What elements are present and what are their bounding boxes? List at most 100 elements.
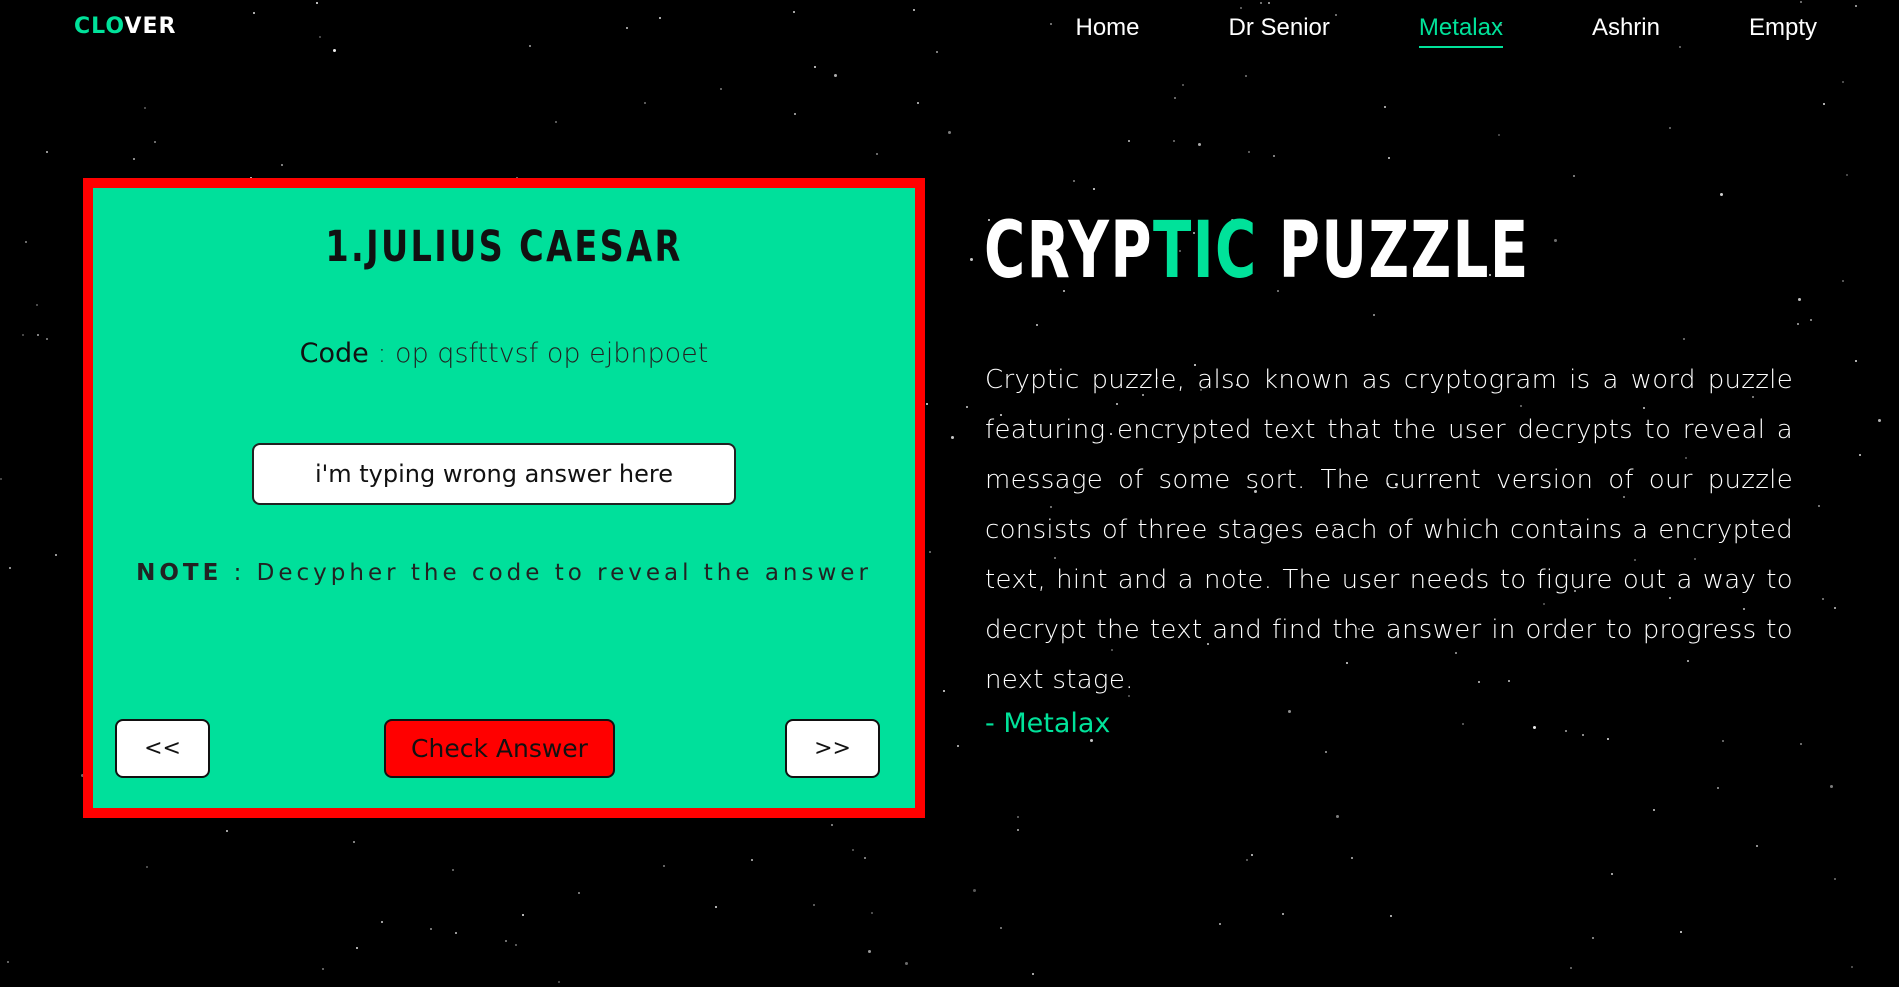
star-dot <box>936 51 938 53</box>
code-line: Code : op qsfttvsf op ejbnpoet <box>93 338 915 369</box>
star-dot <box>515 944 517 946</box>
star-dot <box>1592 937 1594 939</box>
star-dot <box>1036 324 1038 326</box>
note-label: NOTE <box>136 560 223 586</box>
star-dot <box>644 102 646 104</box>
star-dot <box>154 141 156 143</box>
code-label: Code <box>299 338 369 369</box>
star-dot <box>555 121 557 123</box>
star-dot <box>793 11 795 13</box>
title-part-3: PUZZLE <box>1257 206 1530 296</box>
star-dot <box>1017 816 1019 818</box>
star-dot <box>55 554 57 556</box>
star-dot <box>1851 966 1853 968</box>
star-dot <box>1565 730 1567 732</box>
star-dot <box>1878 419 1881 422</box>
star-dot <box>1830 785 1833 788</box>
star-dot <box>831 824 833 826</box>
note-line: NOTE : Decypher the code to reveal the a… <box>93 560 915 586</box>
check-answer-button[interactable]: Check Answer <box>384 719 615 778</box>
star-dot <box>558 981 560 983</box>
star-dot <box>1273 155 1275 157</box>
star-dot <box>1717 787 1719 789</box>
star-dot <box>1182 84 1184 86</box>
star-dot <box>970 258 973 261</box>
star-dot <box>1818 505 1820 507</box>
star-dot <box>1756 845 1758 847</box>
nav-ashrin[interactable]: Ashrin <box>1592 14 1660 48</box>
star-dot <box>455 932 457 934</box>
nav-metalax[interactable]: Metalax <box>1418 14 1503 48</box>
logo[interactable]: CLOVER <box>74 14 177 39</box>
star-dot <box>1573 175 1575 177</box>
nav-dr-senior[interactable]: Dr Senior <box>1229 14 1330 48</box>
star-dot <box>929 551 931 553</box>
star-dot <box>813 904 815 906</box>
star-dot <box>868 950 871 953</box>
previous-button[interactable]: << <box>115 719 210 778</box>
description: Cryptic puzzle, also known as cryptogram… <box>985 365 1793 695</box>
next-button[interactable]: >> <box>785 719 880 778</box>
star-dot <box>133 158 135 160</box>
star-dot <box>913 9 915 11</box>
star-dot <box>1268 2 1270 4</box>
star-dot <box>876 153 878 155</box>
star-dot <box>1384 106 1386 108</box>
star-dot <box>1288 710 1291 713</box>
star-dot <box>1859 454 1861 456</box>
star-dot <box>1842 81 1844 83</box>
star-dot <box>1251 854 1253 856</box>
star-dot <box>1855 360 1857 362</box>
star-dot <box>0 478 2 480</box>
star-dot <box>1669 127 1671 129</box>
nav-home[interactable]: Home <box>1076 14 1140 48</box>
puzzle-title: 1.JULIUS CAESAR <box>325 222 683 272</box>
star-dot <box>146 866 148 868</box>
star-dot <box>1032 973 1034 975</box>
star-dot <box>943 690 945 692</box>
star-dot <box>626 27 628 29</box>
star-dot <box>1570 967 1572 969</box>
star-dot <box>1373 314 1375 316</box>
star-dot <box>1554 239 1557 242</box>
star-dot <box>1073 180 1075 182</box>
star-dot <box>1336 815 1339 818</box>
star-dot <box>1800 743 1802 745</box>
star-dot <box>1582 734 1584 736</box>
star-dot <box>926 403 928 405</box>
star-dot <box>951 436 954 439</box>
star-dot <box>1000 927 1002 929</box>
star-dot <box>1090 739 1093 742</box>
star-dot <box>814 66 816 68</box>
star-dot <box>1797 323 1799 325</box>
answer-input[interactable] <box>252 443 736 505</box>
star-dot <box>1462 723 1464 725</box>
nav-empty[interactable]: Empty <box>1749 14 1817 48</box>
star-dot <box>578 892 580 894</box>
star-dot <box>46 151 48 153</box>
star-dot <box>1810 319 1812 321</box>
star-dot <box>353 841 355 843</box>
star-dot <box>1017 829 1019 831</box>
star-dot <box>36 304 38 306</box>
star-dot <box>1798 298 1801 301</box>
star-dot <box>281 164 283 166</box>
star-dot <box>1248 151 1250 153</box>
star-dot <box>253 12 255 14</box>
title-part-2: TIC <box>1152 206 1258 296</box>
puzzle-card: 1.JULIUS CAESAR Code : op qsfttvsf op ej… <box>83 178 925 818</box>
code-value: : op qsfttvsf op ejbnpoet <box>368 338 709 369</box>
star-dot <box>1720 193 1723 196</box>
page-title: CRYPTIC PUZZLE <box>984 206 1530 296</box>
star-dot <box>948 131 951 134</box>
star-dot <box>905 962 908 965</box>
star-dot <box>505 940 507 942</box>
star-dot <box>1260 2 1262 4</box>
star-dot <box>1245 75 1247 77</box>
star-dot <box>1653 809 1655 811</box>
page: CLOVER Home Dr Senior Metalax Ashrin Emp… <box>0 0 1899 987</box>
star-dot <box>37 334 39 336</box>
star-dot <box>316 2 318 4</box>
star-dot <box>226 830 228 832</box>
star-dot <box>864 857 866 859</box>
